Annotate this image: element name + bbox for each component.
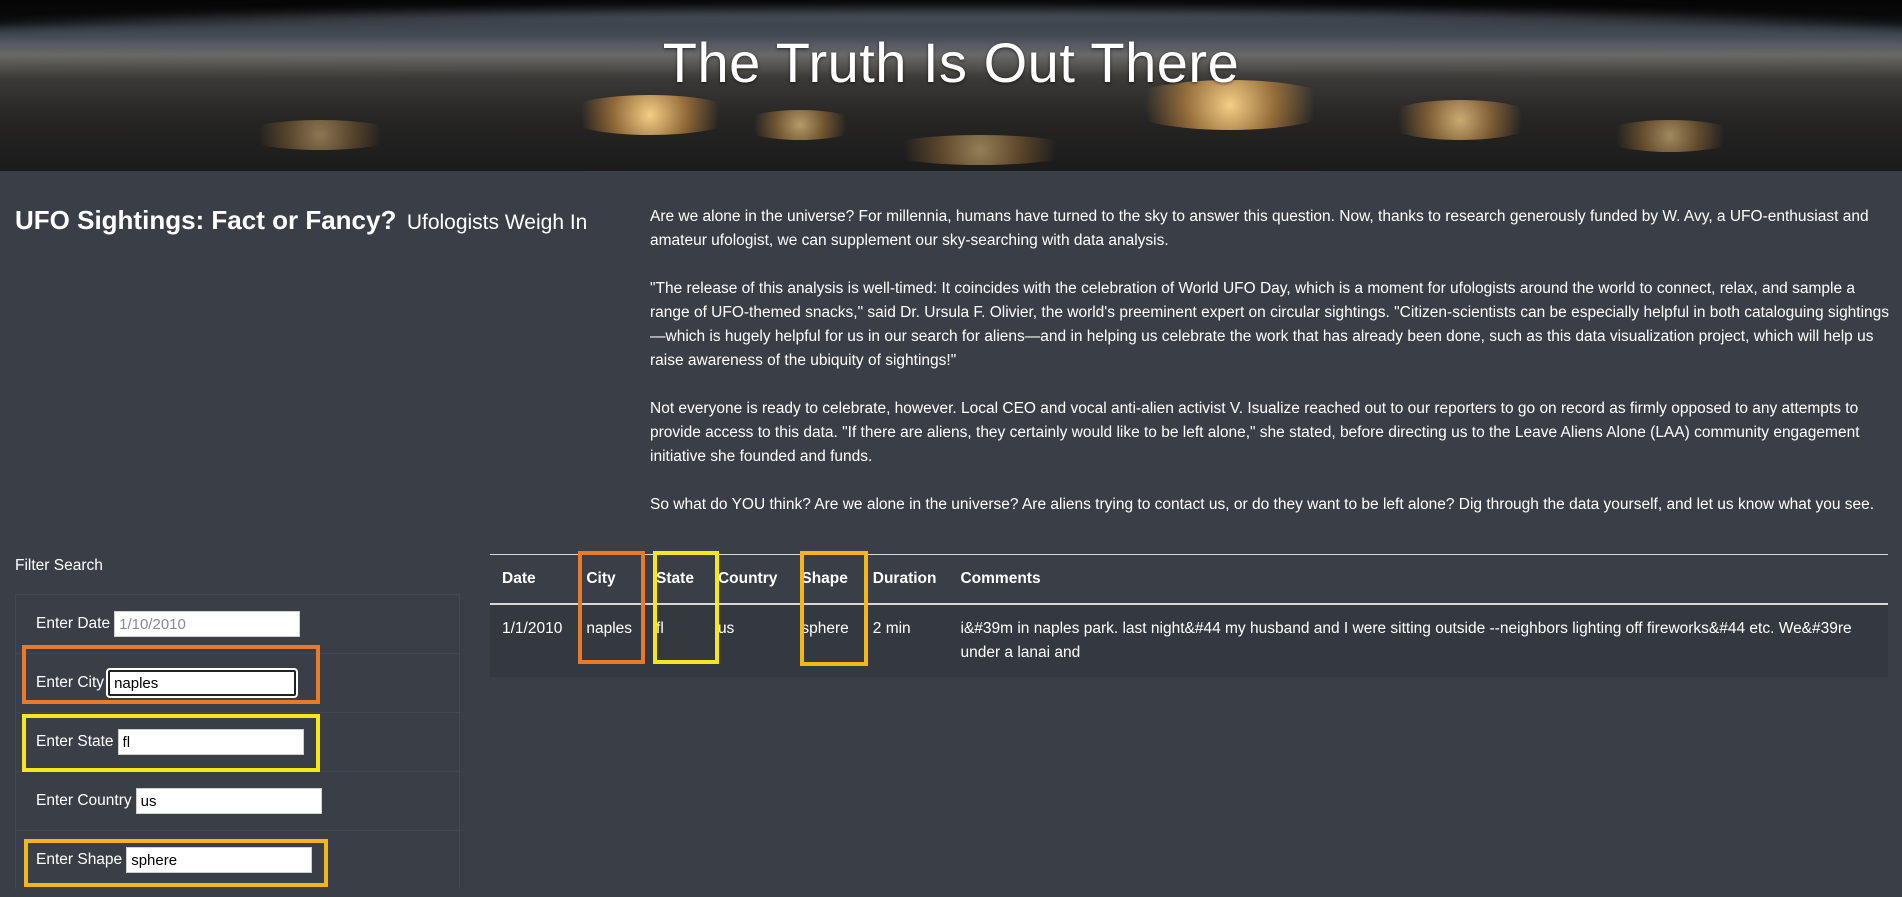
filter-country: Enter Country bbox=[15, 771, 460, 830]
date-label: Enter Date bbox=[36, 615, 111, 632]
column-header-city: City bbox=[574, 554, 645, 605]
article-paragraph: So what do YOU think? Are we alone in th… bbox=[650, 496, 1875, 513]
city-light bbox=[1380, 100, 1540, 140]
city-light bbox=[240, 120, 400, 150]
column-header-duration: Duration bbox=[860, 554, 949, 605]
state-input[interactable] bbox=[117, 729, 304, 755]
date-input[interactable] bbox=[114, 611, 301, 637]
city-input[interactable] bbox=[106, 668, 299, 698]
hero-banner: The Truth Is Out There bbox=[0, 0, 1902, 171]
column-header-country: Country bbox=[705, 554, 790, 605]
page-title: UFO Sightings: Fact or Fancy? bbox=[15, 205, 397, 235]
results-table-wrapper: Date City State Country Shape Duration C… bbox=[490, 554, 1888, 677]
table-header-row: Date City State Country Shape Duration C… bbox=[490, 554, 1888, 605]
shape-input[interactable] bbox=[126, 847, 313, 873]
cell-city: naples bbox=[574, 604, 645, 677]
article-paragraph: Not everyone is ready to celebrate, howe… bbox=[650, 400, 1860, 465]
column-header-date: Date bbox=[490, 554, 575, 605]
article-paragraph: "The release of this analysis is well-ti… bbox=[650, 280, 1890, 369]
filter-list: Enter Date Enter City Enter State Enter … bbox=[15, 594, 460, 889]
column-header-shape: Shape bbox=[789, 554, 861, 605]
country-input[interactable] bbox=[135, 788, 322, 814]
cell-shape: sphere bbox=[789, 604, 861, 677]
cell-country: us bbox=[705, 604, 790, 677]
cell-state: fl bbox=[644, 604, 706, 677]
page-subtitle: Ufologists Weigh In bbox=[406, 211, 588, 234]
filter-search-title: Filter Search bbox=[15, 557, 103, 574]
city-label: Enter City bbox=[36, 674, 105, 691]
filter-date: Enter Date bbox=[15, 594, 460, 653]
city-light bbox=[1600, 120, 1740, 152]
filter-state: Enter State bbox=[15, 712, 460, 771]
column-header-state: State bbox=[644, 554, 706, 605]
cell-date: 1/1/2010 bbox=[490, 604, 575, 677]
filter-city: Enter City bbox=[15, 653, 460, 712]
results-table: Date City State Country Shape Duration C… bbox=[490, 554, 1888, 677]
city-light bbox=[560, 95, 740, 135]
cell-duration: 2 min bbox=[860, 604, 949, 677]
city-light bbox=[740, 110, 860, 140]
hero-title: The Truth Is Out There bbox=[662, 31, 1240, 94]
article: Are we alone in the universe? For millen… bbox=[650, 205, 1890, 541]
table-row: 1/1/2010 naples fl us sphere 2 min i&#39… bbox=[490, 604, 1888, 677]
shape-label: Enter Shape bbox=[36, 851, 123, 868]
city-light bbox=[880, 135, 1080, 165]
column-header-comments: Comments bbox=[948, 554, 1888, 605]
state-label: Enter State bbox=[36, 733, 114, 750]
page-heading: UFO Sightings: Fact or Fancy? Ufologists… bbox=[15, 205, 587, 236]
filter-shape: Enter Shape bbox=[15, 830, 460, 889]
article-paragraph: Are we alone in the universe? For millen… bbox=[650, 208, 1869, 249]
cell-comments: i&#39m in naples park. last night&#44 my… bbox=[948, 604, 1888, 677]
country-label: Enter Country bbox=[36, 792, 132, 809]
